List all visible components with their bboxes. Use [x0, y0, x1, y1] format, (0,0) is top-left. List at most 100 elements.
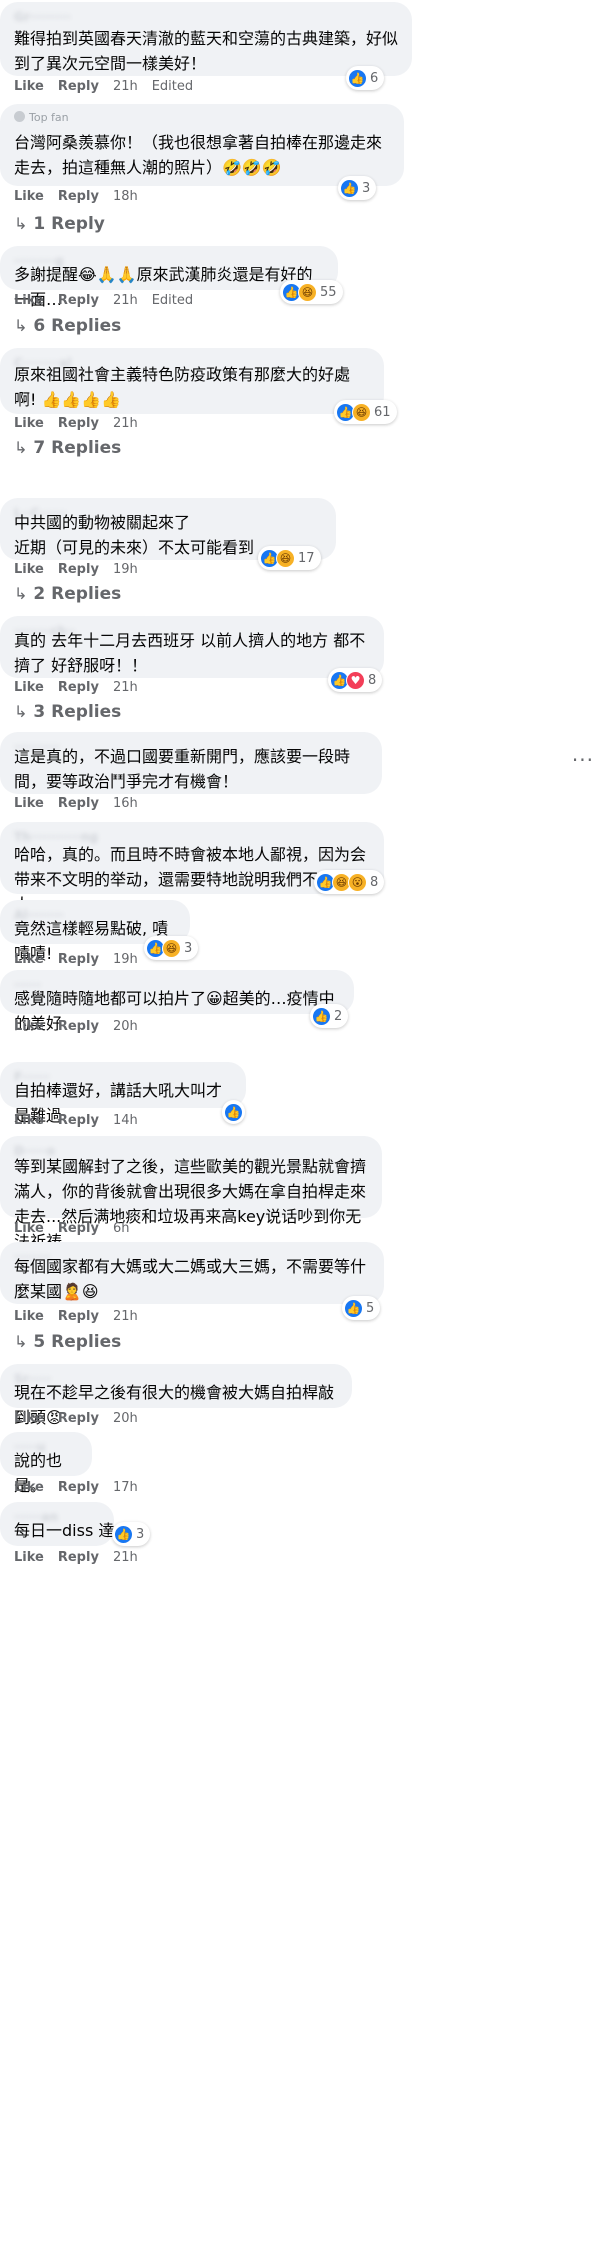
view-replies-link[interactable]: ↳ 2 Replies — [14, 584, 121, 604]
comment-bubble: ·········· 這是真的，不過口國要重新開門，應該要一段時間，要等政治鬥爭… — [0, 732, 382, 794]
timestamp[interactable]: 20h — [113, 1019, 138, 1034]
wow-icon: 😮 — [348, 872, 367, 892]
reply-button[interactable]: Reply — [58, 1113, 99, 1128]
reaction-count: 17 — [298, 550, 315, 566]
timestamp[interactable]: 21h — [113, 1550, 138, 1565]
reply-button[interactable]: Reply — [58, 952, 99, 967]
like-icon: 👍 — [340, 178, 359, 198]
view-replies-link[interactable]: ↳ 3 Replies — [14, 702, 121, 722]
like-button[interactable]: Like — [14, 189, 44, 204]
reply-button[interactable]: Reply — [58, 1550, 99, 1565]
reply-button[interactable]: Reply — [58, 293, 99, 308]
like-button[interactable]: Like — [14, 1221, 44, 1236]
comment-actions: Like Reply 20h — [14, 1019, 152, 1034]
comment-bubble: ········ 每個國家都有大媽或大二媽或大三媽，不需要等什麼某國🙎😆 — [0, 1242, 384, 1304]
reply-button[interactable]: Reply — [58, 562, 99, 577]
reply-button[interactable]: Reply — [58, 680, 99, 695]
reply-button[interactable]: Reply — [58, 1221, 99, 1236]
timestamp[interactable]: 14h — [113, 1113, 138, 1128]
like-button[interactable]: Like — [14, 680, 44, 695]
edited-label: Edited — [151, 293, 194, 308]
like-button[interactable]: Like — [14, 562, 44, 577]
reply-button[interactable]: Reply — [58, 1411, 99, 1426]
like-button[interactable]: Like — [14, 1113, 44, 1128]
comment-author[interactable]: Gr········· — [14, 10, 71, 24]
reply-button[interactable]: Reply — [58, 1309, 99, 1324]
reaction-summary[interactable]: 👍 6 — [346, 66, 385, 90]
reaction-count: 3 — [184, 940, 193, 956]
reply-button[interactable]: Reply — [58, 1019, 99, 1034]
reaction-count: 61 — [374, 404, 391, 420]
like-button[interactable]: Like — [14, 1480, 44, 1495]
reaction-count: 3 — [136, 1526, 145, 1542]
edited-label: Edited — [151, 79, 194, 94]
timestamp[interactable]: 21h — [113, 293, 138, 308]
view-replies-link[interactable]: ↳ 1 Reply — [14, 214, 105, 234]
reaction-summary[interactable]: 👍 😆 3 — [144, 936, 199, 960]
timestamp[interactable]: 17h — [113, 1480, 138, 1495]
comment-actions: Like Reply 20h — [14, 1411, 152, 1426]
reply-button[interactable]: Reply — [58, 79, 99, 94]
reaction-summary[interactable]: 👍 5 — [342, 1296, 381, 1320]
reply-button[interactable]: Reply — [58, 1480, 99, 1495]
comment-text: 等到某國解封了之後，這些歐美的觀光景點就會擠滿人，你的背後就會出現很多大媽在拿自… — [14, 1157, 367, 1251]
reaction-summary[interactable]: 👍 😆 55 — [280, 280, 343, 304]
comment-actions: Like Reply 21h — [14, 1550, 152, 1565]
comment-actions: Like Reply 21h Edited — [14, 293, 207, 308]
reply-button[interactable]: Reply — [58, 416, 99, 431]
haha-icon: 😆 — [298, 282, 317, 302]
reaction-summary[interactable]: 👍 ♥ 8 — [328, 668, 383, 692]
more-options-button[interactable]: ··· — [572, 748, 594, 772]
comment-bubble: F······ 自拍棒還好，講話大吼大叫才是難過 — [0, 1062, 246, 1125]
comment-actions: Like Reply 21h Edited — [14, 79, 207, 94]
timestamp[interactable]: 19h — [113, 952, 138, 967]
reaction-count: 55 — [320, 284, 337, 300]
reply-button[interactable]: Reply — [58, 796, 99, 811]
timestamp[interactable]: 21h — [113, 416, 138, 431]
reaction-summary[interactable]: 👍 2 — [310, 1004, 349, 1028]
timestamp[interactable]: 20h — [113, 1411, 138, 1426]
timestamp[interactable]: 6h — [113, 1221, 130, 1236]
reply-arrow-icon: ↳ — [14, 584, 28, 603]
timestamp[interactable]: 19h — [113, 562, 138, 577]
timestamp[interactable]: 21h — [113, 680, 138, 695]
like-button[interactable]: Like — [14, 952, 44, 967]
comment-text: 這是真的，不過口國要重新開門，應該要一段時間，要等政治鬥爭完才有機會！ — [14, 747, 351, 791]
like-button[interactable]: Like — [14, 416, 44, 431]
reaction-count: 6 — [370, 70, 379, 86]
comment-text: 難得拍到英國春天清澈的藍天和空蕩的古典建築，好似到了異次元空間一樣美好！ — [14, 29, 399, 73]
reaction-summary[interactable]: 👍 3 — [112, 1522, 151, 1546]
reply-arrow-icon: ↳ — [14, 438, 28, 457]
comment-bubble: Sr····· 現在不趁早之後有很大的機會被大媽自拍桿敲到頭😡 — [0, 1364, 352, 1427]
view-replies-link[interactable]: ↳ 5 Replies — [14, 1332, 121, 1352]
reaction-summary[interactable]: 👍 😆 61 — [334, 400, 397, 424]
reaction-count: 2 — [334, 1008, 343, 1024]
like-button[interactable]: Like — [14, 79, 44, 94]
timestamp[interactable]: 21h — [113, 79, 138, 94]
timestamp[interactable]: 16h — [113, 796, 138, 811]
like-button[interactable]: Like — [14, 1550, 44, 1565]
comment-bubble: D·····o 等到某國解封了之後，這些歐美的觀光景點就會擠滿人，你的背後就會出… — [0, 1136, 382, 1251]
comment-actions: Like Reply 21h — [14, 680, 152, 695]
reaction-summary[interactable]: 👍 — [222, 1100, 245, 1124]
comment-actions: Like Reply 21h — [14, 416, 152, 431]
timestamp[interactable]: 18h — [113, 189, 138, 204]
comment-text: 真的 去年十二月去西班牙 以前人擠人的地方 都不擠了 好舒服呀！！ — [14, 631, 366, 675]
top-fan-badge: Top fan — [14, 111, 69, 124]
love-icon: ♥ — [346, 670, 365, 690]
reaction-summary[interactable]: 👍 3 — [338, 176, 377, 200]
comment-text: 原來祖國社會主義特色防疫政策有那麼大的好處啊! 👍👍👍👍 — [14, 365, 351, 409]
like-button[interactable]: Like — [14, 796, 44, 811]
like-button[interactable]: Like — [14, 1309, 44, 1324]
view-replies-link[interactable]: ↳ 6 Replies — [14, 316, 121, 336]
view-replies-link[interactable]: ↳ 7 Replies — [14, 438, 121, 458]
like-button[interactable]: Like — [14, 1411, 44, 1426]
reply-button[interactable]: Reply — [58, 189, 99, 204]
reaction-summary[interactable]: 👍 😆 😮 8 — [314, 870, 385, 894]
comment-actions: Like Reply 14h — [14, 1113, 152, 1128]
like-button[interactable]: Like — [14, 1019, 44, 1034]
like-button[interactable]: Like — [14, 293, 44, 308]
haha-icon: 😆 — [276, 548, 295, 568]
reaction-summary[interactable]: 👍 😆 17 — [258, 546, 321, 570]
timestamp[interactable]: 21h — [113, 1309, 138, 1324]
